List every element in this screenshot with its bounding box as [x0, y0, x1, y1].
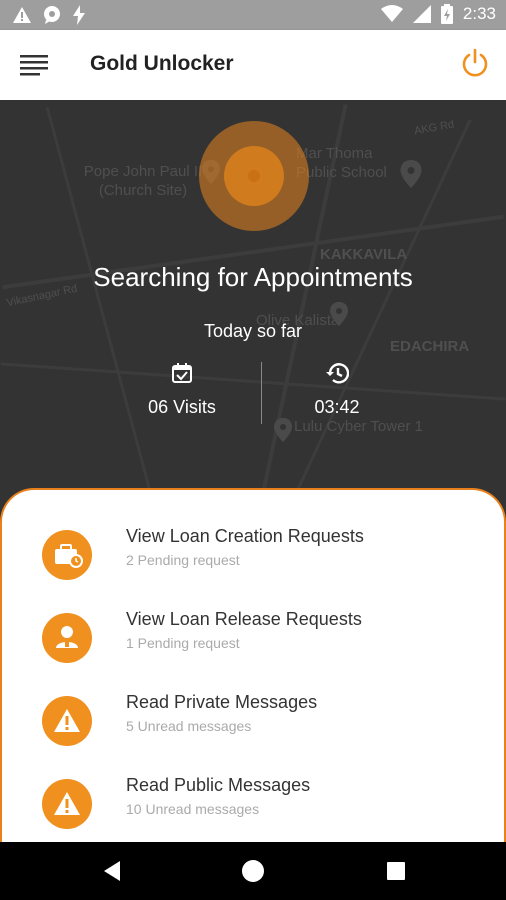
- status-time: 2:33: [462, 4, 496, 23]
- item-subtitle: 5 Unread messages: [126, 718, 252, 734]
- loan-release-requests-item[interactable]: View Loan Release Requests 1 Pending req…: [2, 605, 502, 675]
- status-bar: 2:33: [0, 0, 506, 30]
- wifi-icon: [380, 5, 403, 22]
- item-title: Read Public Messages: [126, 775, 311, 795]
- map-label-lulu: Lulu Cyber Tower 1: [294, 418, 423, 435]
- visits-stat: 06 Visits: [122, 362, 242, 418]
- map-label-kakkavila: KAKKAVILA: [320, 246, 408, 263]
- battery-icon: [440, 4, 453, 24]
- recents-icon[interactable]: [384, 859, 408, 883]
- item-title: View Loan Creation Requests: [126, 526, 364, 546]
- home-icon[interactable]: [241, 859, 265, 883]
- visits-count: 06 Visits: [148, 397, 216, 417]
- item-title: View Loan Release Requests: [126, 609, 362, 629]
- page-title: Gold Unlocker: [90, 52, 234, 75]
- warning-icon: [13, 7, 31, 23]
- warning-icon: [42, 696, 92, 746]
- item-subtitle: 2 Pending request: [126, 552, 240, 568]
- item-subtitle: 10 Unread messages: [126, 801, 260, 817]
- public-messages-item[interactable]: Read Public Messages 10 Unread messages: [2, 771, 502, 841]
- school-pin-icon: [400, 160, 422, 188]
- back-icon[interactable]: [100, 859, 124, 883]
- lulu-pin-icon: [274, 418, 292, 442]
- system-nav-bar: [0, 842, 506, 900]
- actions-sheet: View Loan Creation Requests 2 Pending re…: [0, 488, 506, 850]
- app-bar: Gold Unlocker: [0, 30, 506, 100]
- calendar-check-icon: [172, 363, 192, 383]
- duration-time: 03:42: [314, 397, 360, 417]
- signal-icon: [412, 5, 431, 23]
- private-messages-item[interactable]: Read Private Messages 5 Unread messages: [2, 688, 502, 758]
- chat-icon: [44, 6, 60, 24]
- briefcase-clock-icon: [42, 530, 92, 580]
- item-title: Read Private Messages: [126, 692, 318, 712]
- power-icon[interactable]: [460, 48, 490, 78]
- map-label-marthoma: Mar Thoma Public School: [296, 145, 387, 181]
- item-subtitle: 1 Pending request: [126, 635, 240, 651]
- user-icon: [42, 613, 92, 663]
- today-label: Today so far: [203, 321, 303, 341]
- map-label-pope: Pope John Paul II (Church Site): [83, 163, 203, 199]
- history-icon: [326, 363, 350, 384]
- flash-icon: [73, 5, 85, 25]
- duration-stat: 03:42: [277, 362, 397, 418]
- menu-icon[interactable]: [20, 52, 48, 76]
- map-label-road-east: AKG Rd: [413, 118, 456, 138]
- location-dot: [248, 170, 260, 182]
- searching-title: Searching for Appointments: [93, 262, 413, 292]
- stat-divider: [261, 362, 262, 424]
- warning-icon: [42, 779, 92, 829]
- loan-creation-requests-item[interactable]: View Loan Creation Requests 2 Pending re…: [2, 522, 502, 592]
